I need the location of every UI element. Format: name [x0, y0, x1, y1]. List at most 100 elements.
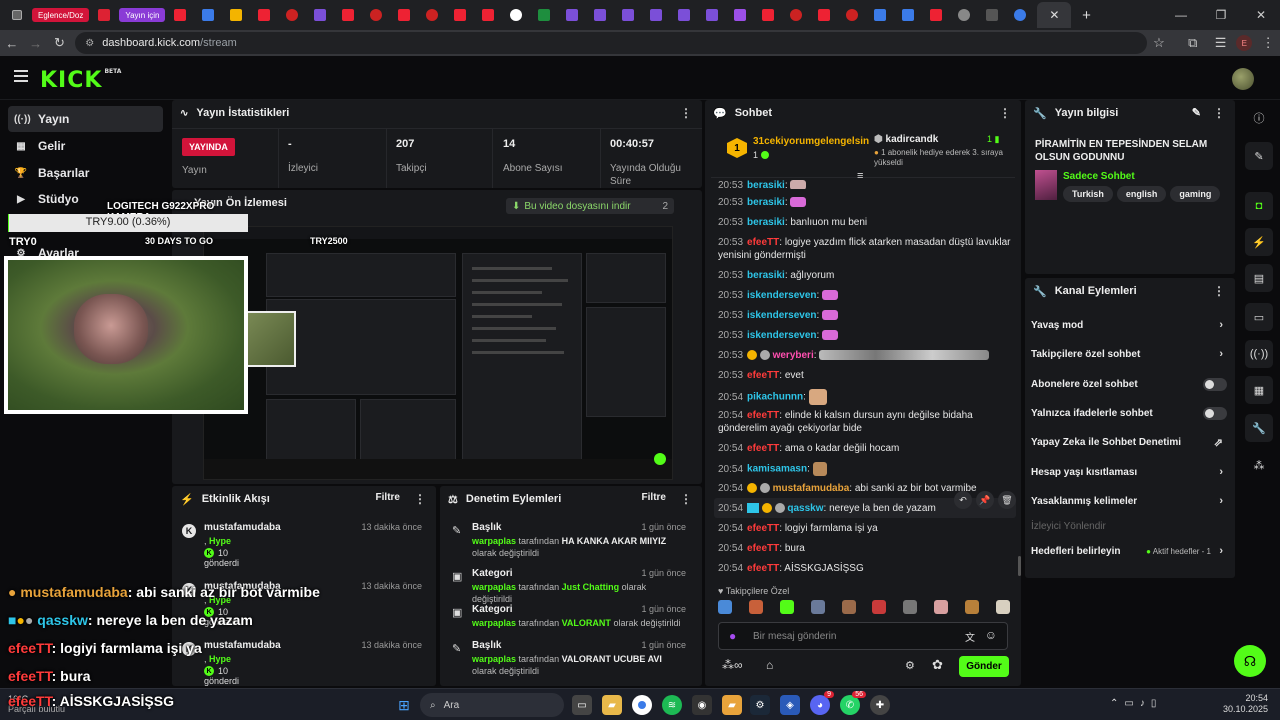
- chat-username[interactable]: efeeTT: [747, 370, 779, 381]
- sidebar-item-gelir[interactable]: ▦ Gelir: [8, 133, 163, 159]
- emote-option[interactable]: [934, 600, 949, 614]
- tab-favicon[interactable]: [615, 4, 641, 26]
- category-name[interactable]: Sadece Sohbet: [1063, 171, 1135, 182]
- tab-favicon[interactable]: [895, 4, 921, 26]
- site-info-icon[interactable]: ⚙: [85, 38, 94, 49]
- tab-favicon[interactable]: [4, 4, 30, 26]
- filter-button[interactable]: Filtre: [642, 492, 666, 503]
- chat-username[interactable]: efeeTT: [747, 563, 779, 574]
- forward-button[interactable]: →: [24, 31, 48, 55]
- bookmark-button[interactable]: ☆: [1147, 31, 1171, 55]
- emote-option[interactable]: [995, 600, 1010, 614]
- tab-group-eglence[interactable]: Eglence/Doz: [32, 8, 90, 22]
- tab-favicon[interactable]: [867, 4, 893, 26]
- kebab-icon[interactable]: ⋮: [999, 106, 1011, 120]
- kick-logo[interactable]: KICK BETA: [40, 68, 121, 93]
- chat-username[interactable]: efeeTT: [747, 410, 779, 421]
- activity-user[interactable]: mustafamudaba: [204, 522, 281, 533]
- tab-group-yayin[interactable]: Yayın için: [119, 8, 166, 22]
- wrench-icon[interactable]: 🔧: [1245, 414, 1273, 442]
- user-avatar[interactable]: [1232, 68, 1254, 90]
- tab-favicon[interactable]: [251, 4, 277, 26]
- chat-username[interactable]: pikachunnn: [747, 392, 803, 403]
- url-field[interactable]: ⚙ dashboard.kick.com/stream: [75, 32, 1148, 54]
- profile-button[interactable]: E: [1232, 31, 1256, 55]
- notes-icon[interactable]: ▤: [1245, 264, 1273, 292]
- emoji-icon[interactable]: ☺: [985, 628, 997, 642]
- chat-scrollbar[interactable]: [1018, 556, 1021, 576]
- kebab-icon[interactable]: ⋮: [414, 492, 426, 506]
- tab-favicon[interactable]: [419, 4, 445, 26]
- tab-favicon[interactable]: [335, 4, 361, 26]
- tab-favicon[interactable]: [755, 4, 781, 26]
- clock[interactable]: 20:54 30.10.2025: [1222, 693, 1268, 715]
- chat-username[interactable]: efeeTT: [747, 543, 779, 554]
- task-view-button[interactable]: ▭: [572, 695, 592, 715]
- taskbar-app-spotify[interactable]: ≋: [662, 695, 682, 715]
- tab-favicon[interactable]: [951, 4, 977, 26]
- tab-favicon[interactable]: [783, 4, 809, 26]
- layout-icon[interactable]: ▦: [1245, 376, 1273, 404]
- send-button[interactable]: Gönder: [959, 656, 1009, 677]
- tab-favicon[interactable]: [979, 4, 1005, 26]
- tab-favicon[interactable]: [671, 4, 697, 26]
- taskbar-app-whatsapp[interactable]: ✆ 56: [840, 691, 866, 715]
- taskbar-app-other[interactable]: ✚: [870, 695, 890, 715]
- taskbar-search[interactable]: ⌕ Ara: [420, 693, 564, 717]
- chat-username[interactable]: berasiki: [747, 217, 785, 228]
- close-icon[interactable]: ✕: [1049, 8, 1059, 22]
- kebab-icon[interactable]: ⋮: [680, 106, 692, 120]
- kebab-icon[interactable]: ⋮: [1213, 106, 1225, 120]
- top-gifter-user[interactable]: 31cekiyorumgelengelsin: [753, 136, 869, 147]
- taskbar-app-obs[interactable]: ◉: [692, 695, 712, 715]
- taskbar-app-steam[interactable]: ⚙: [750, 695, 770, 715]
- emote-option[interactable]: [872, 600, 887, 614]
- chat-username[interactable]: iskenderseven: [747, 330, 817, 341]
- chat-username[interactable]: qasskw: [787, 503, 823, 514]
- support-button[interactable]: ☊: [1234, 645, 1266, 677]
- stream-preview-video[interactable]: [203, 226, 673, 480]
- activity-user[interactable]: mustafamudaba: [204, 640, 281, 651]
- emote-option[interactable]: [810, 600, 825, 614]
- filter-button[interactable]: Filtre: [376, 492, 400, 503]
- new-tab-button[interactable]: +: [1073, 4, 1099, 26]
- chat-username[interactable]: berasiki: [747, 270, 785, 281]
- action-ai-moderation[interactable]: Yapay Zeka ile Sohbet Denetimi ⇗: [1031, 432, 1227, 452]
- subscribers-only-toggle[interactable]: [1203, 377, 1227, 391]
- sidebar-item-yayin[interactable]: ((·)) Yayın: [8, 106, 163, 132]
- system-tray[interactable]: ⌃▭♪▯: [1110, 698, 1162, 709]
- chat-username[interactable]: iskenderseven: [747, 290, 817, 301]
- broadcast-icon[interactable]: ((·)): [1245, 340, 1273, 368]
- minimize-button[interactable]: —: [1162, 0, 1200, 30]
- action-goals[interactable]: Hedefleri belirleyin ● Aktif hedefler - 1…: [1031, 541, 1227, 561]
- emote-option[interactable]: [748, 600, 763, 614]
- active-tab-close[interactable]: ✕: [1037, 2, 1072, 28]
- chat-username[interactable]: efeeTT: [747, 237, 779, 248]
- tab-favicon[interactable]: [475, 4, 501, 26]
- download-video-button[interactable]: ⬇ Bu video dosyasını indir 2: [506, 198, 674, 214]
- chat-input[interactable]: ● Bir mesaj gönderin 文 ☺: [718, 622, 1008, 650]
- tab-favicon[interactable]: [811, 4, 837, 26]
- tab-favicon[interactable]: [587, 4, 613, 26]
- taskbar-app-files[interactable]: ▰: [722, 695, 742, 715]
- tab-favicon[interactable]: [923, 4, 949, 26]
- tab-favicon[interactable]: [223, 4, 249, 26]
- action-slow-mode[interactable]: Yavaş mod ›: [1031, 315, 1227, 335]
- translate-icon[interactable]: 文: [965, 629, 975, 644]
- tag[interactable]: gaming: [1170, 186, 1221, 202]
- tab-favicon[interactable]: [643, 4, 669, 26]
- gift-user[interactable]: ⬢ kadircandk: [874, 134, 938, 145]
- back-button[interactable]: ←: [0, 31, 24, 55]
- action-account-age[interactable]: Hesap yaşı kısıtlaması ›: [1031, 462, 1227, 482]
- emote-picker-icon[interactable]: ✿: [932, 657, 943, 673]
- emote-option[interactable]: [965, 600, 979, 614]
- delete-icon[interactable]: 🗑: [998, 491, 1016, 509]
- tab-favicon[interactable]: [91, 4, 117, 26]
- taskbar-app-valorant[interactable]: ◈: [780, 695, 800, 715]
- close-window-button[interactable]: ✕: [1242, 0, 1280, 30]
- tab-favicon[interactable]: [839, 4, 865, 26]
- reply-icon[interactable]: ↶: [954, 491, 972, 509]
- kebab-icon[interactable]: ⋮: [1213, 284, 1225, 298]
- taskbar-app-explorer[interactable]: ▰: [602, 695, 622, 715]
- pin-icon[interactable]: 📌: [976, 491, 994, 509]
